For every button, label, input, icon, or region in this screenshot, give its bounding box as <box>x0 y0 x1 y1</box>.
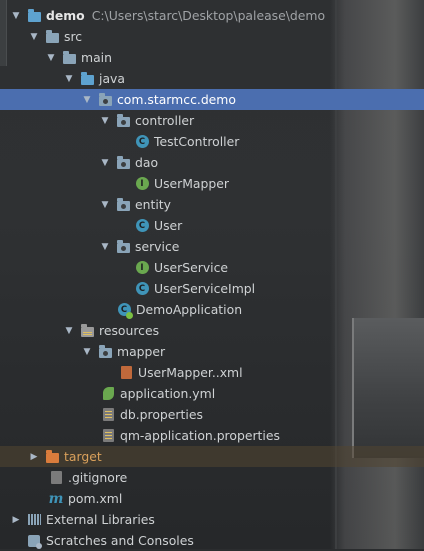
tree-item-label: pom.xml <box>68 491 123 506</box>
module-path: C:\Users\starc\Desktop\palease\demo <box>91 8 326 23</box>
tree-item-src[interactable]: ▼ src <box>0 26 424 47</box>
tree-item-label: TestController <box>154 134 240 149</box>
package-icon <box>97 344 113 360</box>
xml-file-icon <box>118 365 134 381</box>
tree-item-mapper[interactable]: ▼ mapper <box>0 341 424 362</box>
expand-arrow-icon[interactable]: ▼ <box>45 53 57 63</box>
expand-arrow-icon[interactable]: ▼ <box>63 326 75 336</box>
tree-item-db-properties[interactable]: db.properties <box>0 404 424 425</box>
tree-item-qm-application-properties[interactable]: qm-application.properties <box>0 425 424 446</box>
tree-item-label: External Libraries <box>46 512 155 527</box>
expand-arrow-icon[interactable]: ▶ <box>28 452 40 462</box>
tree-item-label: demo <box>46 8 85 23</box>
yml-file-icon <box>100 386 116 402</box>
gitignore-file-icon <box>48 470 64 486</box>
expand-arrow-icon[interactable]: ▶ <box>10 515 22 525</box>
tree-item-label: UserMapper <box>154 176 229 191</box>
tree-item-label: com.starmcc.demo <box>117 92 236 107</box>
tree-item-label: dao <box>135 155 159 170</box>
tree-item-label: target <box>64 449 102 464</box>
tree-item-label: db.properties <box>120 407 203 422</box>
package-icon <box>97 92 113 108</box>
tree-item-label: qm-application.properties <box>120 428 280 443</box>
folder-icon <box>61 50 77 66</box>
expand-arrow-icon[interactable]: ▼ <box>99 242 111 252</box>
expand-arrow-icon[interactable]: ▼ <box>99 116 111 126</box>
tree-item-label: DemoApplication <box>136 302 243 317</box>
expand-arrow-icon[interactable]: ▼ <box>63 74 75 84</box>
tree-item-entity[interactable]: ▼ entity <box>0 194 424 215</box>
tree-item-label: entity <box>135 197 171 212</box>
folder-icon <box>44 29 60 45</box>
tree-item-demo[interactable]: ▼ demo C:\Users\starc\Desktop\palease\de… <box>0 5 424 26</box>
tree-item-gitignore[interactable]: .gitignore <box>0 467 424 488</box>
expand-arrow-icon[interactable]: ▼ <box>99 158 111 168</box>
expand-arrow-icon[interactable]: ▼ <box>81 347 93 357</box>
tree-item-label: Scratches and Consoles <box>46 533 194 548</box>
tree-item-main[interactable]: ▼ main <box>0 47 424 68</box>
tree-item-label: User <box>154 218 183 233</box>
tree-item-target[interactable]: ▶ target <box>0 446 424 467</box>
package-icon <box>115 155 131 171</box>
properties-file-icon <box>100 428 116 444</box>
interface-icon: I <box>134 176 150 192</box>
spring-boot-app-icon: C <box>116 302 133 319</box>
tree-item-label: resources <box>99 323 160 338</box>
properties-file-icon <box>100 407 116 423</box>
libraries-icon <box>26 512 42 528</box>
tree-item-resources[interactable]: ▼ resources <box>0 320 424 341</box>
tree-item-label: mapper <box>117 344 166 359</box>
expand-arrow-icon[interactable]: ▼ <box>81 95 93 105</box>
excluded-folder-icon <box>44 449 60 465</box>
tree-item-userserviceimpl[interactable]: C UserServiceImpl <box>0 278 424 299</box>
source-folder-icon <box>79 71 95 87</box>
tree-item-usermapper[interactable]: I UserMapper <box>0 173 424 194</box>
tree-item-service[interactable]: ▼ service <box>0 236 424 257</box>
tree-item-label: main <box>81 50 112 65</box>
tree-item-dao[interactable]: ▼ dao <box>0 152 424 173</box>
tree-item-label: service <box>135 239 180 254</box>
package-icon <box>115 197 131 213</box>
tree-item-label: controller <box>135 113 195 128</box>
tree-item-userservice[interactable]: I UserService <box>0 257 424 278</box>
tree-item-label: UserServiceImpl <box>154 281 256 296</box>
tree-item-com-starmcc-demo[interactable]: ▼ com.starmcc.demo <box>0 89 424 110</box>
tree-item-label: UserMapper..xml <box>138 365 243 380</box>
tree-item-user[interactable]: C User <box>0 215 424 236</box>
tree-item-demoapplication[interactable]: C DemoApplication <box>0 299 424 320</box>
tree-item-external-libraries[interactable]: ▶ External Libraries <box>0 509 424 530</box>
tree-item-label: .gitignore <box>68 470 128 485</box>
maven-icon: m <box>48 490 64 507</box>
interface-icon: I <box>134 260 150 276</box>
tree-item-application-yml[interactable]: application.yml <box>0 383 424 404</box>
tree-item-controller[interactable]: ▼ controller <box>0 110 424 131</box>
package-icon <box>115 239 131 255</box>
package-icon <box>115 113 131 129</box>
scratches-icon <box>26 533 42 549</box>
tree-item-scratches-and-consoles[interactable]: Scratches and Consoles <box>0 530 424 551</box>
tree-item-usermapper-xml[interactable]: UserMapper..xml <box>0 362 424 383</box>
resources-folder-icon <box>79 323 95 339</box>
tree-item-pom-xml[interactable]: m pom.xml <box>0 488 424 509</box>
expand-arrow-icon[interactable]: ▼ <box>99 200 111 210</box>
class-icon: C <box>134 281 150 297</box>
tree-item-label: java <box>99 71 125 86</box>
tree-item-testcontroller[interactable]: C TestController <box>0 131 424 152</box>
class-icon: C <box>134 134 150 150</box>
expand-arrow-icon[interactable]: ▼ <box>10 11 22 21</box>
expand-arrow-icon[interactable]: ▼ <box>28 32 40 42</box>
tree-item-label: application.yml <box>120 386 216 401</box>
tree-item-label: src <box>64 29 83 44</box>
tree-item-label: UserService <box>154 260 229 275</box>
class-icon: C <box>134 218 150 234</box>
module-folder-icon <box>26 8 42 24</box>
tree-item-java[interactable]: ▼ java <box>0 68 424 89</box>
